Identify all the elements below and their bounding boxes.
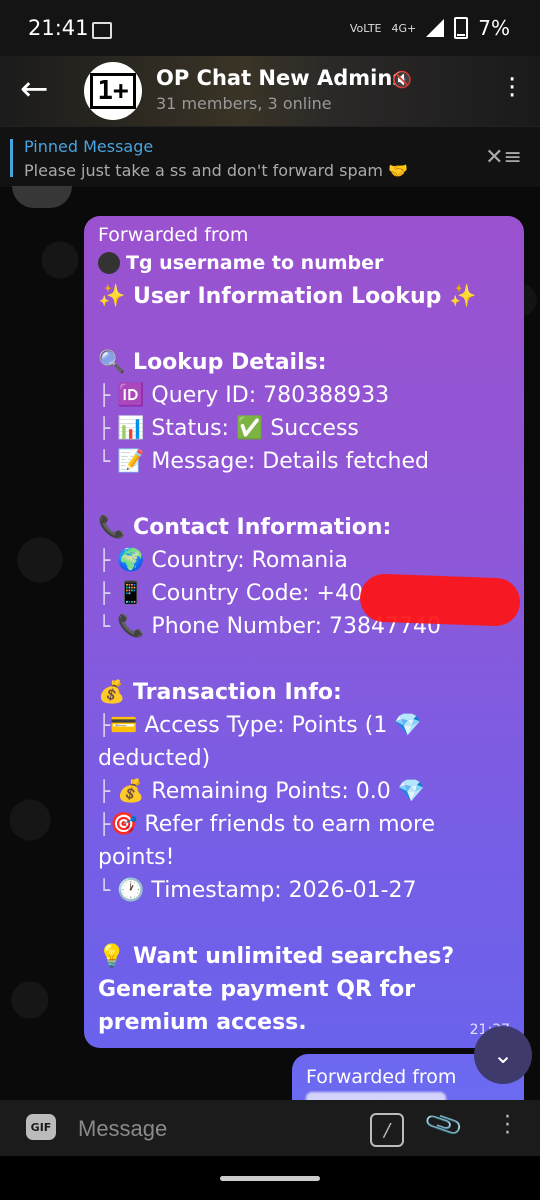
lookup-title: 🔍 Lookup Details: [98,350,327,375]
transaction-line-wrap: deducted) [98,746,211,771]
more-vertical-icon[interactable]: · · · [504,1107,511,1145]
redaction-scribble [359,573,521,627]
signal-icon [426,19,445,37]
status-indicators: VoLTE 4G+ 7% [350,16,510,40]
network-type: 4G+ [391,21,417,35]
lookup-line: ├ 🆔 Query ID: 780388933 [98,383,390,408]
transaction-line: ├💳 Access Type: Points (1 💎 [98,713,422,738]
lookup-line: ├ 📊 Status: ✅ Success [98,416,359,441]
transaction-line-wrap: points! [98,845,175,870]
contact-line: ├ 🌍 Country: Romania [98,548,348,573]
gif-button[interactable]: GIF [26,1114,56,1140]
more-options-icon[interactable]: · · · [508,67,516,109]
system-nav-bar [0,1156,540,1200]
paperclip-icon[interactable]: 📎 [423,1104,466,1146]
pinned-title: Pinned Message [24,137,154,156]
source-avatar [98,252,120,274]
muted-icon: 🔇 [392,70,412,89]
unpin-list-icon[interactable]: ✕≡ [485,145,522,170]
forwarded-label-2: Forwarded from [306,1066,457,1088]
battery-percent: 7% [478,16,510,40]
pinned-message-bar[interactable]: Pinned Message Please just take a ss and… [0,126,540,187]
pinned-indicator [10,139,13,177]
back-arrow-icon[interactable]: ← [20,72,56,108]
pinned-text: Please just take a ss and don't forward … [24,161,408,180]
group-title[interactable]: OP Chat New Admins [156,66,405,90]
status-time: 21:41 [28,16,89,40]
scroll-down-button[interactable]: ⌄ [474,1026,532,1084]
chevron-down-icon: ⌄ [492,1041,514,1069]
message-input-bar: GIF / 📎 ··· [0,1100,540,1156]
battery-icon [454,17,469,39]
source-name: Tg username to number [126,252,384,274]
status-bar: 21:41 VoLTE 4G+ 7% [0,0,540,56]
group-avatar[interactable]: 1+ [84,62,142,120]
transaction-title: 💰 Transaction Info: [98,680,342,705]
promo-text: 💡 Want unlimited searches? Generate paym… [98,944,462,1035]
message-heading: ✨ User Information Lookup ✨ [98,284,477,309]
group-subtitle: 31 members, 3 online [156,94,332,113]
transaction-line: └ 🕐 Timestamp: 2026-01-27 [98,878,417,903]
transaction-line: ├🎯 Refer friends to earn more [98,812,436,837]
lookup-line: └ 📝 Message: Details fetched [98,449,429,474]
message-text: ✨ User Information Lookup ✨ 🔍 Lookup Deta… [98,280,518,1039]
avatar-logo: 1+ [90,73,136,109]
chat-header: ← 1+ OP Chat New Admins 🔇 31 members, 3 … [0,56,540,126]
forwarded-label: Forwarded from [98,224,249,246]
forwarded-source[interactable]: Tg username to number [98,252,383,274]
message-input[interactable] [76,1108,360,1150]
contact-title: 📞 Contact Information: [98,515,392,540]
gallery-notification-icon [92,22,112,39]
bot-command-icon[interactable]: / [370,1113,404,1147]
volte-indicator: VoLTE [349,21,382,35]
transaction-line: ├ 💰 Remaining Points: 0.0 💎 [98,779,426,804]
gesture-handle[interactable] [220,1176,320,1181]
message-bubble[interactable]: Forwarded from Tg username to number ✨ U… [84,216,524,1048]
